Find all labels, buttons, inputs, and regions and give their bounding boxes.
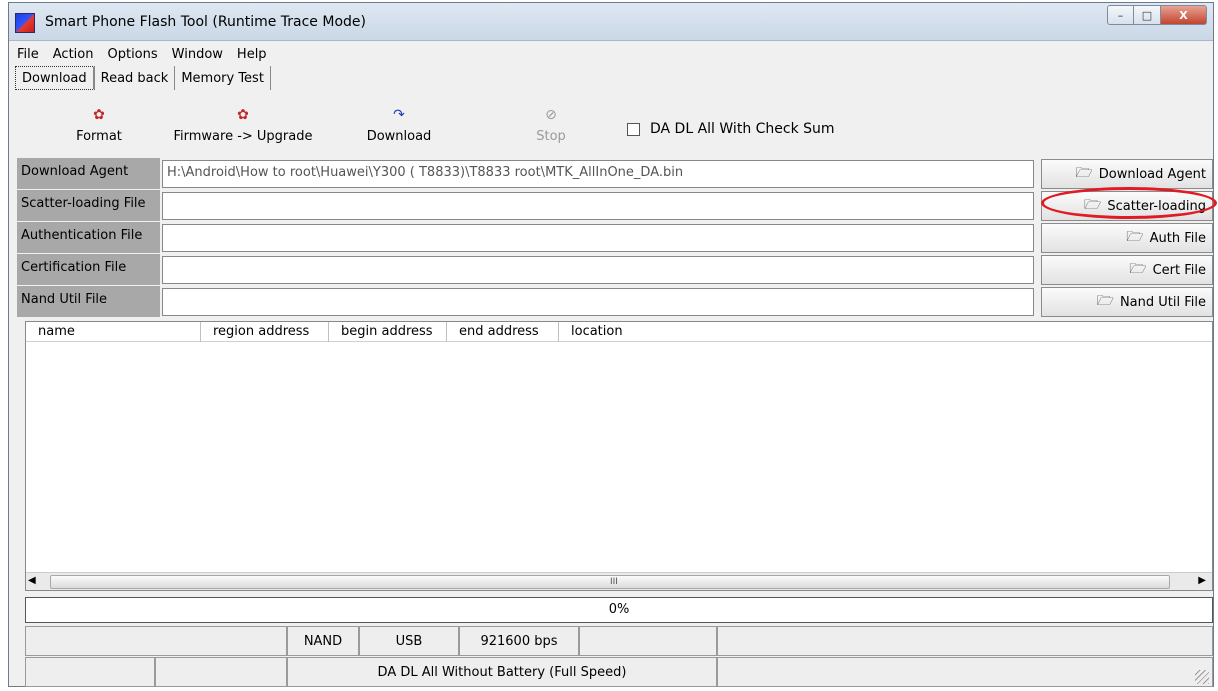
download-agent-label: Download Agent <box>17 158 160 189</box>
status-cell-empty-3 <box>717 626 1213 656</box>
horizontal-scrollbar[interactable]: ◀ III ▶ <box>26 572 1212 590</box>
window-title: Smart Phone Flash Tool (Runtime Trace Mo… <box>45 14 366 30</box>
checksum-checkbox[interactable] <box>627 122 640 136</box>
checksum-option[interactable]: DA DL All With Check Sum <box>627 121 835 137</box>
progress-text: 0% <box>608 602 630 617</box>
status-mode: DA DL All Without Battery (Full Speed) <box>287 657 717 687</box>
cert-file-row: Certification File 🗁 Cert File <box>17 254 1213 285</box>
nand-util-button-label: Nand Util File <box>1119 294 1206 310</box>
auth-file-label: Authentication File <box>17 222 160 253</box>
download-agent-row: Download Agent H:\Android\How to root\Hu… <box>17 158 1213 189</box>
status-storage: NAND <box>287 626 359 656</box>
firmware-upgrade-button[interactable]: ✿ Firmware -> Upgrade <box>173 107 313 144</box>
cert-file-button-label: Cert File <box>1152 262 1206 278</box>
nand-util-button[interactable]: 🗁 Nand Util File <box>1041 287 1213 317</box>
tab-read-back[interactable]: Read back <box>95 66 176 90</box>
stop-label: Stop <box>536 129 566 144</box>
status-interface: USB <box>359 626 459 656</box>
download-agent-field[interactable]: H:\Android\How to root\Huawei\Y300 ( T88… <box>162 160 1034 188</box>
scatter-loading-label: Scatter-loading File <box>17 190 160 221</box>
scroll-right-icon[interactable]: ▶ <box>1198 575 1206 586</box>
cert-file-button[interactable]: 🗁 Cert File <box>1041 255 1213 285</box>
scroll-thumb[interactable]: III <box>50 575 1170 589</box>
auth-file-button-label: Auth File <box>1149 230 1206 246</box>
format-icon: ✿ <box>93 107 105 123</box>
window-controls: – □ X <box>1107 5 1207 25</box>
status-baud: 921600 bps <box>459 626 579 656</box>
status-cell-empty-2 <box>579 626 717 656</box>
stop-button[interactable]: ⊘ Stop <box>529 107 573 144</box>
auth-file-field[interactable] <box>162 224 1034 252</box>
resize-grip-icon[interactable] <box>1195 670 1209 684</box>
scatter-loading-row: Scatter-loading File 🗁 Scatter-loading <box>17 190 1213 221</box>
title-bar[interactable]: Smart Phone Flash Tool (Runtime Trace Mo… <box>9 3 1213 41</box>
folder-open-icon: 🗁 <box>1126 229 1144 245</box>
folder-open-icon: 🗁 <box>1096 293 1114 309</box>
tab-strip: Download Read back Memory Test <box>15 66 271 90</box>
checksum-label: DA DL All With Check Sum <box>650 121 835 137</box>
tab-download[interactable]: Download <box>15 66 95 90</box>
status-cell-empty-4 <box>25 657 155 687</box>
table-header: name region address begin address end ad… <box>26 322 1212 342</box>
auth-file-button[interactable]: 🗁 Auth File <box>1041 223 1213 253</box>
column-header-region[interactable]: region address <box>201 322 329 342</box>
download-label: Download <box>366 129 432 144</box>
auth-file-row: Authentication File 🗁 Auth File <box>17 222 1213 253</box>
format-label: Format <box>76 129 122 144</box>
nand-util-row: Nand Util File 🗁 Nand Util File <box>17 286 1213 317</box>
download-agent-button-label: Download Agent <box>1098 166 1206 182</box>
download-agent-button[interactable]: 🗁 Download Agent <box>1041 159 1213 189</box>
progress-bar: 0% <box>25 597 1213 623</box>
column-header-begin[interactable]: begin address <box>329 322 447 342</box>
folder-open-icon: 🗁 <box>1129 261 1147 277</box>
download-icon: ↷ <box>393 107 405 123</box>
menu-options[interactable]: Options <box>107 47 157 62</box>
column-header-end[interactable]: end address <box>447 322 559 342</box>
firmware-upgrade-label: Firmware -> Upgrade <box>173 129 313 144</box>
flash-tool-icon <box>15 13 35 33</box>
nand-util-label: Nand Util File <box>17 286 160 317</box>
scroll-left-icon[interactable]: ◀ <box>28 575 36 586</box>
column-header-location[interactable]: location <box>559 322 649 342</box>
scroll-grip: III <box>610 577 618 587</box>
menu-file[interactable]: File <box>17 47 39 62</box>
status-cell-empty-5 <box>155 657 287 687</box>
toolbar: ✿ Format ✿ Firmware -> Upgrade ↷ Downloa… <box>9 95 1213 155</box>
highlight-annotation <box>1041 187 1217 219</box>
tab-memory-test[interactable]: Memory Test <box>175 66 271 90</box>
format-button[interactable]: ✿ Format <box>67 107 131 144</box>
scatter-loading-field[interactable] <box>162 192 1034 220</box>
menu-bar: File Action Options Window Help <box>9 43 281 65</box>
menu-action[interactable]: Action <box>53 47 94 62</box>
status-cell-empty-1 <box>25 626 287 656</box>
partition-table: name region address begin address end ad… <box>25 321 1213 591</box>
column-header-name[interactable]: name <box>26 322 201 342</box>
close-button[interactable]: X <box>1161 5 1207 25</box>
minimize-button[interactable]: – <box>1107 5 1134 25</box>
folder-open-icon: 🗁 <box>1075 165 1093 181</box>
status-cell-empty-6 <box>717 657 1213 687</box>
nand-util-field[interactable] <box>162 288 1034 316</box>
menu-window[interactable]: Window <box>172 47 223 62</box>
status-bar: NAND USB 921600 bps DA DL All Without Ba… <box>25 626 1213 688</box>
menu-help[interactable]: Help <box>237 47 267 62</box>
upgrade-icon: ✿ <box>237 107 249 123</box>
cert-file-label: Certification File <box>17 254 160 285</box>
download-button[interactable]: ↷ Download <box>357 107 441 144</box>
app-window: Smart Phone Flash Tool (Runtime Trace Mo… <box>8 2 1217 688</box>
cert-file-field[interactable] <box>162 256 1034 284</box>
maximize-button[interactable]: □ <box>1134 5 1161 25</box>
stop-icon: ⊘ <box>545 107 557 123</box>
